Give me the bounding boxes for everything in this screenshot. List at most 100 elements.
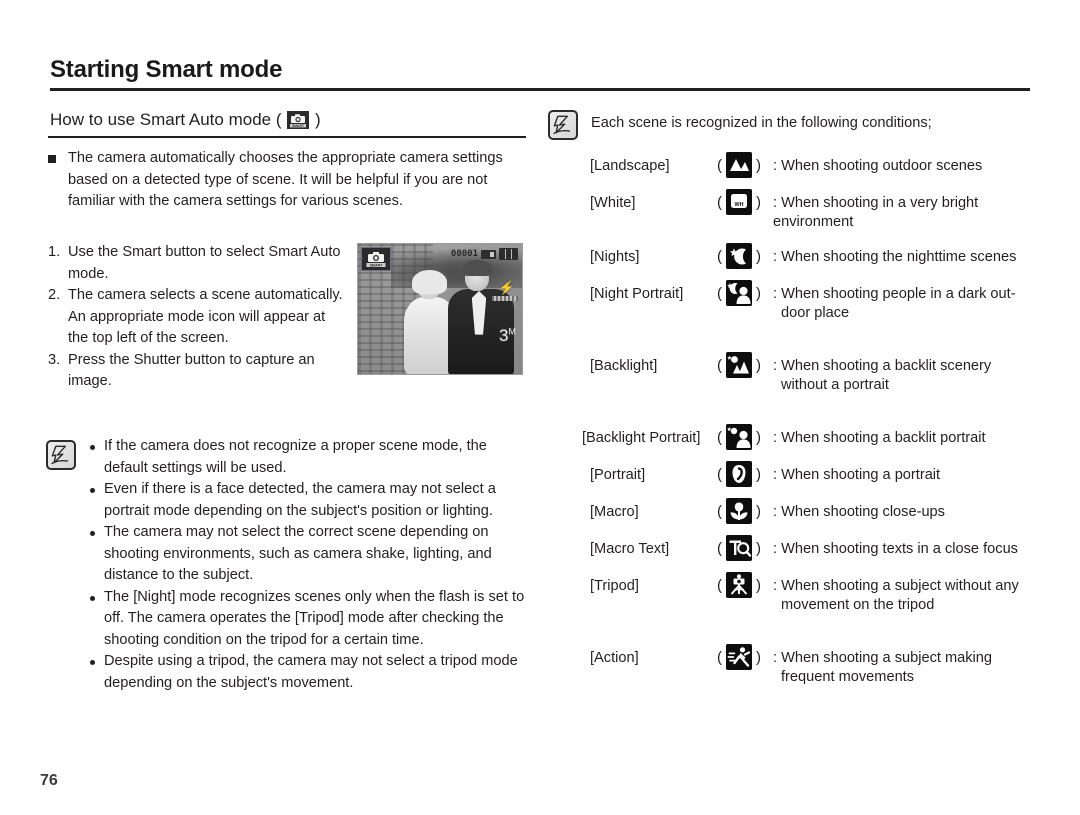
camera-lcd-sample-image: SMART 00001 ⚡ 3M	[357, 243, 523, 375]
svg-text:WH: WH	[735, 202, 744, 208]
bullet-dot-icon	[90, 445, 95, 450]
lcd-shots-remaining: 00001	[450, 249, 478, 259]
subheading-divider	[48, 136, 526, 138]
scene-description-text: : When shooting a portrait	[773, 467, 941, 483]
bullet-dot-icon	[90, 660, 95, 665]
scene-row: [White] ( WH ) : When shooting in a very…	[590, 187, 1060, 232]
scene-label: [Backlight]	[590, 358, 658, 374]
paren-open: (	[717, 539, 722, 557]
scene-description: : When shooting close-ups	[770, 496, 945, 522]
scene-icon-cell: ( )	[708, 459, 770, 487]
scene-description-text: : When shooting a subject without any	[773, 578, 1019, 594]
note-block-left: If the camera does not recognize a prope…	[46, 438, 536, 694]
step-text: The camera selects a scene automatically…	[68, 287, 343, 346]
memory-card-icon	[481, 249, 496, 259]
step-item: 2. The camera selects a scene automatica…	[48, 285, 348, 350]
step-marker: 1.	[48, 244, 61, 260]
page-number: 76	[40, 772, 58, 789]
scene-label: [Landscape]	[590, 158, 670, 174]
lcd-image-size-unit: M	[508, 326, 517, 337]
note-bullet: The [Night] mode recognizes scenes only …	[88, 587, 533, 652]
scene-label: [Nights]	[590, 249, 640, 265]
note-bullet: If the camera does not recognize a prope…	[88, 436, 533, 479]
lcd-exposure-bar	[492, 296, 518, 301]
paren-close: )	[756, 193, 761, 211]
scene-label: [Action]	[590, 650, 639, 666]
note-bullet-list-left: If the camera does not recognize a prope…	[88, 436, 533, 694]
scene-row: [Portrait] ( ) : When shooting a portrai…	[590, 459, 1060, 487]
note-block-right: Each scene is recognized in the followin…	[548, 110, 932, 140]
paren-close: )	[756, 648, 761, 666]
paren-open: (	[717, 576, 722, 594]
scene-description-text: : When shooting outdoor scenes	[773, 158, 983, 174]
note-bullet-text: The camera may not select the correct sc…	[104, 524, 492, 583]
step-text: Use the Smart button to select Smart Aut…	[68, 244, 341, 282]
note-bullet: Despite using a tripod, the camera may n…	[88, 651, 533, 694]
scene-description-continuation: door place	[781, 305, 850, 321]
intro-paragraph-text: The camera automatically chooses the app…	[68, 150, 503, 209]
scene-description: : When shooting texts in a close focus	[770, 533, 1018, 559]
svg-text:SMART: SMART	[369, 263, 383, 267]
lcd-image-size: 3M	[499, 326, 516, 346]
scene-label: [Macro Text]	[590, 541, 670, 557]
paren-open: (	[717, 284, 722, 302]
paren-close: )	[756, 502, 761, 520]
paren-open: (	[717, 356, 722, 374]
scene-label: [White]	[590, 195, 636, 211]
scene-label: [Portrait]	[590, 467, 646, 483]
paren-open: (	[717, 428, 722, 446]
note-intro-text: Each scene is recognized in the followin…	[591, 115, 932, 131]
step-marker: 3.	[48, 351, 61, 368]
scene-icon-cell: ( )	[708, 350, 770, 378]
note-bullet: Even if there is a face detected, the ca…	[88, 479, 533, 522]
scene-icon-cell: ( )	[708, 150, 770, 178]
note-bullet-text: Even if there is a face detected, the ca…	[104, 481, 496, 519]
scene-description-text: : When shooting a backlit scenery	[773, 358, 992, 374]
bullet-dot-icon	[90, 595, 95, 601]
lcd-mode-badge: SMART	[361, 247, 391, 271]
scene-icon-cell: ( )	[708, 278, 770, 306]
note-pen-icon	[46, 440, 76, 470]
step-item: 1. Use the Smart button to select Smart …	[48, 242, 348, 285]
scene-row: [Backlight Portrait] ( ) : When shooting…	[582, 422, 1060, 450]
backlight-portrait-icon	[726, 424, 752, 450]
paren-close: )	[756, 576, 761, 594]
note-bullet-text: Despite using a tripod, the camera may n…	[104, 653, 518, 691]
lcd-status-bar: 00001	[451, 248, 518, 260]
paren-open: (	[717, 502, 722, 520]
bullet-dot-icon	[90, 531, 95, 536]
portrait-icon	[726, 461, 752, 487]
scene-description: : When shooting in a very bright environ…	[770, 187, 1060, 232]
scene-description: : When shooting a portrait	[770, 459, 940, 485]
paren-open: (	[717, 648, 722, 666]
scene-description-continuation: without a portrait	[781, 377, 889, 393]
scene-row: [Action] ( ) : When shooting a subject m…	[590, 642, 1060, 687]
scene-icon-cell: ( )	[708, 570, 770, 598]
scene-icon-cell: ( )	[708, 533, 770, 561]
subheading-label-after: )	[310, 110, 321, 129]
landscape-icon	[726, 152, 752, 178]
paren-open: (	[717, 465, 722, 483]
intro-section: The camera automatically chooses the app…	[48, 148, 548, 213]
scene-row: [Backlight] ( ) : When shooting a backli…	[590, 350, 1060, 395]
paren-close: )	[756, 465, 761, 483]
scene-row: [Night Portrait] ( ) : When shooting peo…	[590, 278, 1060, 323]
paren-close: )	[756, 539, 761, 557]
scene-row: [Macro] ( ) : When shooting close-ups	[590, 496, 1060, 524]
square-bullet-icon	[48, 155, 56, 163]
intro-paragraph: The camera automatically chooses the app…	[48, 148, 533, 213]
note-bullet-text: The [Night] mode recognizes scenes only …	[104, 588, 525, 648]
scene-icon-cell: ( )	[708, 642, 770, 670]
note-pen-icon	[548, 110, 578, 140]
paren-close: )	[756, 247, 761, 265]
paren-close: )	[756, 284, 761, 302]
step-text: Press the Shutter button to capture an i…	[68, 351, 315, 390]
page-title: Starting Smart mode	[50, 56, 283, 83]
scene-description-text: : When shooting a backlit portrait	[773, 430, 986, 446]
night-icon	[726, 243, 752, 269]
subheading-label-before: How to use Smart Auto mode (	[50, 110, 287, 129]
flash-icon: ⚡	[498, 280, 515, 295]
title-divider	[50, 88, 1030, 91]
macro-flower-icon	[726, 498, 752, 524]
scene-row: [Nights] ( ) : When shooting the nightti…	[590, 241, 1060, 269]
